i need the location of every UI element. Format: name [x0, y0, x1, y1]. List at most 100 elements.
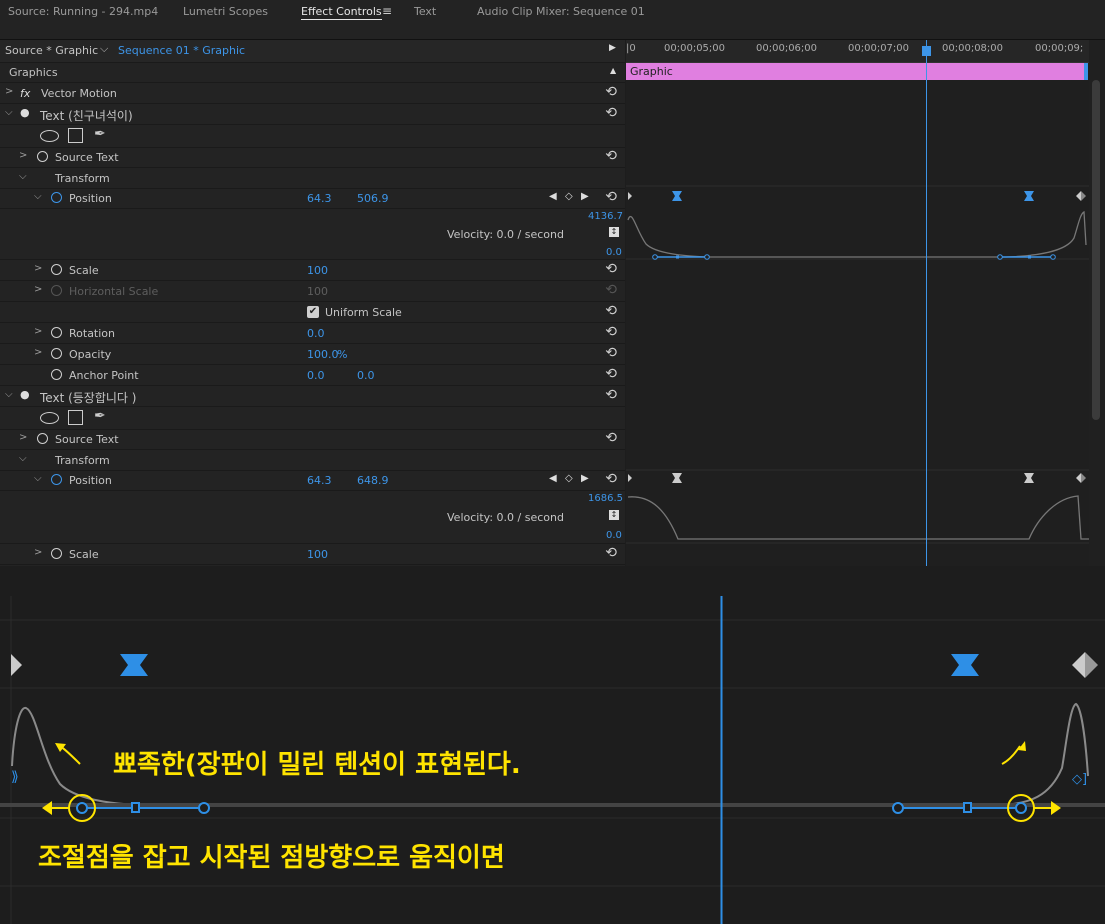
stopwatch-icon[interactable] — [51, 348, 62, 359]
uniform-scale-checkbox[interactable]: ✔ — [307, 306, 319, 318]
stopwatch-icon[interactable] — [51, 327, 62, 338]
bezier-handle-point[interactable] — [704, 254, 710, 260]
eye-icon[interactable]: ● — [20, 106, 30, 119]
chevron-right-icon[interactable]: > — [34, 263, 42, 274]
stopwatch-active-icon[interactable] — [51, 192, 62, 203]
tab-text[interactable]: Text — [414, 5, 436, 18]
pen-icon[interactable]: ✒ — [94, 126, 106, 142]
text2-source-text-row[interactable]: > Source Text ⟲ — [0, 429, 625, 450]
keyframe-hourglass-icon[interactable] — [672, 473, 682, 483]
sequence-clip-label[interactable]: Sequence 01 * Graphic — [118, 44, 245, 57]
bezier-handle-point[interactable] — [1050, 254, 1056, 260]
bezier-handle-point[interactable] — [198, 802, 210, 814]
reset-icon[interactable]: ⟲ — [605, 261, 617, 277]
text1-opacity-row[interactable]: > Opacity 100.0 % ⟲ — [0, 344, 625, 365]
position-x-value[interactable]: 64.3 — [307, 192, 332, 205]
anchor-y-value[interactable]: 0.0 — [357, 369, 375, 382]
bezier-handle-point[interactable] — [997, 254, 1003, 260]
stopwatch-icon[interactable] — [51, 548, 62, 559]
pen-icon[interactable]: ✒ — [94, 408, 106, 424]
text1-transform-row[interactable]: ⌵ Transform — [0, 168, 625, 189]
source-clip-label[interactable]: Source * Graphic — [5, 44, 98, 57]
stopwatch-icon[interactable] — [51, 264, 62, 275]
keyframe-diamond-icon[interactable] — [1076, 191, 1081, 201]
chevron-right-icon[interactable]: > — [19, 150, 27, 161]
reset-icon[interactable]: ⟲ — [605, 324, 617, 340]
bezier-handle-point[interactable] — [652, 254, 658, 260]
prev-keyframe-icon[interactable]: ◀ — [549, 191, 557, 202]
scrollbar-track[interactable] — [1089, 40, 1105, 566]
scale-value[interactable]: 100 — [307, 264, 328, 277]
keyframe-hourglass-icon[interactable] — [951, 654, 979, 676]
chevron-down-icon[interactable]: ⌵ — [100, 42, 108, 56]
reset-icon[interactable]: ⟲ — [605, 345, 617, 361]
tab-audio-clip-mixer[interactable]: Audio Clip Mixer: Sequence 01 — [477, 5, 645, 18]
chevron-down-icon[interactable]: ⌵ — [19, 171, 27, 182]
text2-scale-row[interactable]: > Scale 100 ⟲ — [0, 544, 625, 565]
ellipse-mask-icon[interactable] — [40, 412, 59, 424]
keyframe-hourglass-icon[interactable] — [672, 191, 682, 201]
tab-effect-controls[interactable]: Effect Controls — [301, 5, 382, 20]
bezier-handle-point[interactable] — [1015, 802, 1027, 814]
keyframe-diamond-icon[interactable] — [1076, 473, 1081, 483]
graph-toggle-icon[interactable]: ↕ — [609, 510, 619, 520]
text1-layer-row[interactable]: ⌵ ● Text (친구녀석이) ⟲ — [0, 104, 625, 125]
bezier-handle-point[interactable] — [76, 802, 88, 814]
scrollbar-thumb[interactable] — [1092, 80, 1100, 420]
text2-transform-row[interactable]: ⌵ Transform — [0, 450, 625, 471]
stopwatch-icon[interactable] — [51, 369, 62, 380]
chevron-down-icon[interactable]: ⌵ — [5, 389, 13, 400]
rectangle-mask-icon[interactable] — [68, 410, 83, 425]
text2-position-row[interactable]: ⌵ Position 64.3 648.9 ◀ ◇ ▶ ⟲ — [0, 470, 625, 491]
prev-keyframe-icon[interactable]: ◀ — [549, 473, 557, 484]
reset-icon[interactable]: ⟲ — [605, 471, 617, 487]
graph-toggle-icon[interactable]: ↕ — [609, 227, 619, 237]
chevron-right-icon[interactable]: > — [34, 547, 42, 558]
reset-icon[interactable]: ⟲ — [605, 189, 617, 205]
add-keyframe-icon[interactable]: ◇ — [565, 473, 573, 484]
keyframe-hourglass-icon[interactable] — [1024, 473, 1034, 483]
keyframe-point[interactable] — [131, 802, 140, 813]
play-triangle-icon[interactable]: ▶ — [609, 43, 616, 53]
keyframe-diamond-icon[interactable] — [1072, 652, 1085, 678]
chevron-right-icon[interactable]: > — [34, 326, 42, 337]
opacity-value[interactable]: 100.0 — [307, 348, 339, 361]
text1-scale-row[interactable]: > Scale 100 ⟲ — [0, 260, 625, 281]
next-keyframe-icon[interactable]: ▶ — [581, 191, 589, 202]
reset-icon[interactable]: ⟲ — [605, 303, 617, 319]
chevron-down-icon[interactable]: ⌵ — [34, 473, 42, 484]
tab-lumetri-scopes[interactable]: Lumetri Scopes — [183, 5, 268, 18]
position-y-value[interactable]: 648.9 — [357, 474, 389, 487]
reset-icon[interactable]: ⟲ — [605, 430, 617, 446]
stopwatch-icon[interactable] — [37, 433, 48, 444]
text2-layer-row[interactable]: ⌵ ● Text (등장합니다 ) ⟲ — [0, 386, 625, 407]
next-keyframe-icon[interactable]: ▶ — [581, 473, 589, 484]
rotation-value[interactable]: 0.0 — [307, 327, 325, 340]
bezier-handle-point[interactable] — [892, 802, 904, 814]
chevron-right-icon[interactable]: > — [34, 347, 42, 358]
eye-icon[interactable]: ● — [20, 388, 30, 401]
text1-uniform-row[interactable]: ✔ Uniform Scale ⟲ — [0, 302, 625, 323]
text1-position-row[interactable]: ⌵ Position 64.3 506.9 ◀ ◇ ▶ ⟲ — [0, 188, 625, 209]
text1-rotation-row[interactable]: > Rotation 0.0 ⟲ — [0, 323, 625, 344]
reset-icon[interactable]: ⟲ — [605, 148, 617, 164]
velocity-curve[interactable] — [627, 495, 1089, 540]
text1-anchor-row[interactable]: Anchor Point 0.0 0.0 ⟲ — [0, 365, 625, 386]
chevron-down-icon[interactable]: ⌵ — [34, 191, 42, 202]
reset-icon[interactable]: ⟲ — [605, 84, 617, 100]
hamburger-menu-icon[interactable]: ≡ — [382, 4, 392, 18]
vector-motion-row[interactable]: > fx Vector Motion ⟲ — [0, 83, 625, 104]
scale-value[interactable]: 100 — [307, 548, 328, 561]
keyframe-point[interactable] — [676, 255, 679, 259]
ellipse-mask-icon[interactable] — [40, 130, 59, 142]
tab-source[interactable]: Source: Running - 294.mp4 — [8, 5, 158, 18]
reset-icon[interactable]: ⟲ — [605, 545, 617, 561]
reset-icon[interactable]: ⟲ — [605, 387, 617, 403]
keyframe-point[interactable] — [1028, 255, 1031, 259]
keyframe-hourglass-icon[interactable] — [120, 654, 148, 676]
text1-source-text-row[interactable]: > Source Text ⟲ — [0, 147, 625, 168]
reset-icon[interactable]: ⟲ — [605, 366, 617, 382]
chevron-down-icon[interactable]: ⌵ — [19, 453, 27, 464]
add-keyframe-icon[interactable]: ◇ — [565, 191, 573, 202]
velocity-curve[interactable] — [627, 210, 1087, 258]
